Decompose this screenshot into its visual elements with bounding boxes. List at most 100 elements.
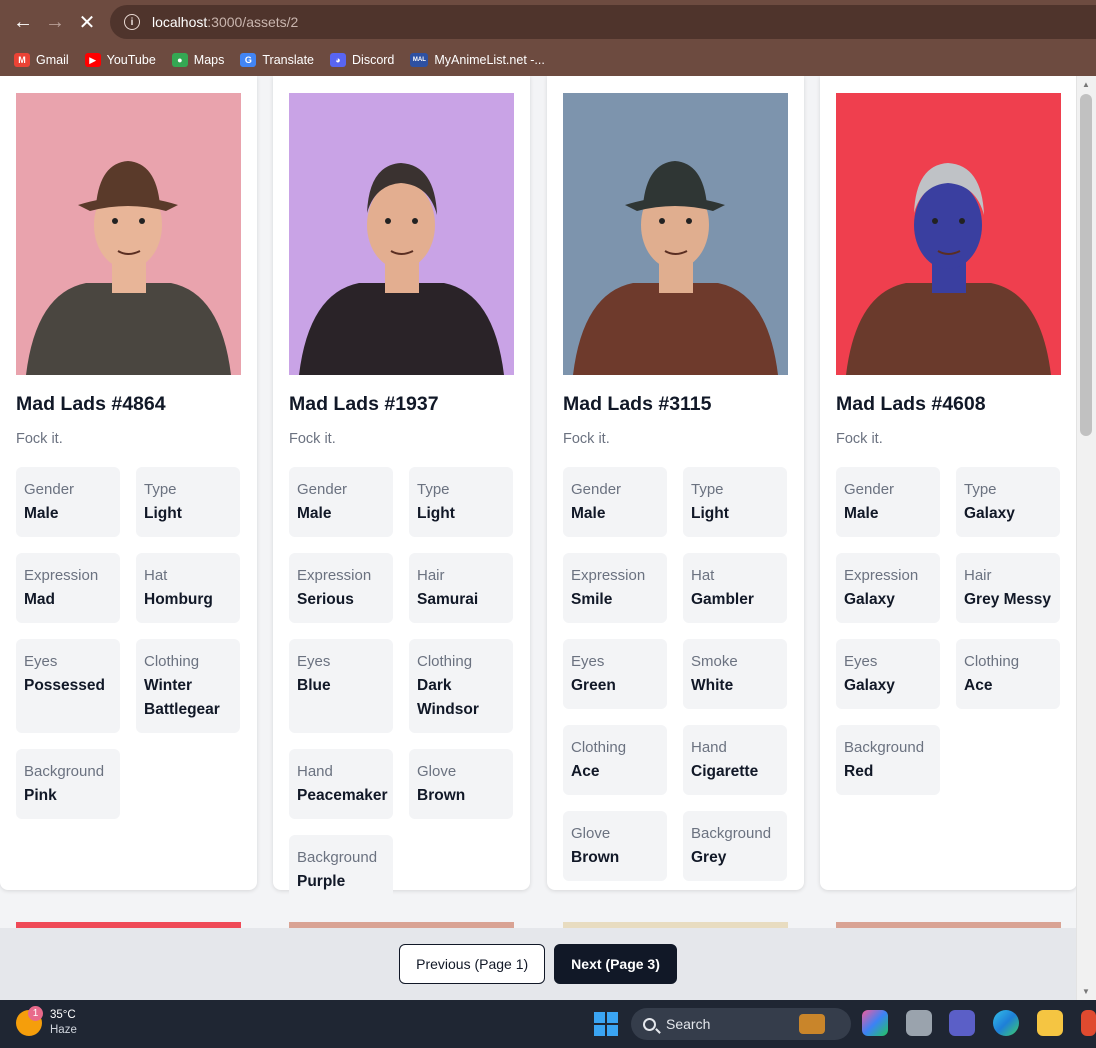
attribute-value: Dark Windsor (417, 677, 479, 718)
attribute-box: Hand Peacemaker (289, 749, 393, 819)
attribute-box: Background Red (836, 725, 940, 795)
forward-icon[interactable]: → (40, 7, 70, 37)
bookmark-label: MyAnimeList.net -... (434, 53, 545, 67)
asset-title: Mad Lads #4608 (836, 393, 986, 415)
scroll-up-icon[interactable]: ▲ (1082, 80, 1090, 89)
attribute-box: Hair Samurai (409, 553, 513, 623)
attribute-box: Type Light (409, 467, 513, 537)
address-bar[interactable]: i localhost:3000/assets/2 (110, 5, 1096, 39)
stop-loading-icon[interactable]: ✕ (72, 7, 102, 37)
taskbar-search-label: Search (666, 1016, 711, 1032)
asset-card[interactable]: Mad Lads #1937 Fock it. Gender Male Type Ligh… (273, 76, 530, 905)
bookmarks-bar: M Gmail ▶ YouTube ● Maps G Translate ◕ Discord MAL… (0, 44, 1096, 76)
discord-icon: ◕ (330, 53, 347, 67)
asset-title: Mad Lads #3115 (563, 393, 712, 415)
attribute-value: Ace (571, 763, 600, 780)
youtube-icon: ▶ (84, 53, 101, 67)
attribute-box: Expression Smile (563, 553, 667, 623)
attribute-key: Glove (571, 825, 611, 842)
asset-card[interactable]: Mad Lads #4864 Fock it. Gender Male Type Ligh… (0, 76, 257, 890)
attribute-key: Eyes (24, 653, 58, 670)
copilot-icon[interactable] (862, 1010, 888, 1036)
file-explorer-icon[interactable] (1037, 1010, 1063, 1036)
asset-card[interactable]: Mad Lads #3115 Fock it. Gender Male Type Ligh… (547, 76, 804, 890)
attribute-key: Clothing (964, 653, 1020, 670)
previous-page-button[interactable]: Previous (Page 1) (399, 944, 546, 984)
weather-widget[interactable]: 1 35°C Haze (16, 1006, 77, 1038)
task-view-icon[interactable] (906, 1010, 932, 1036)
attribute-box: Hair Grey Messy (956, 553, 1060, 623)
attribute-key: Expression (24, 567, 99, 584)
attribute-value: Mad (24, 591, 55, 608)
attribute-key: Expression (571, 567, 646, 584)
scrollbar-thumb[interactable] (1080, 94, 1092, 436)
attribute-value: Purple (297, 873, 346, 890)
bookmark-item[interactable]: ● Maps (171, 53, 225, 67)
bookmark-item[interactable]: M Gmail (14, 53, 69, 67)
attribute-key: Eyes (844, 653, 878, 670)
bookmark-item[interactable]: ◕ Discord (330, 53, 394, 67)
attribute-box: Eyes Blue (289, 639, 393, 733)
attribute-box: Smoke White (683, 639, 787, 709)
bookmark-label: YouTube (106, 53, 156, 67)
attribute-key: Clothing (417, 653, 473, 670)
attribute-key: Background (844, 739, 925, 756)
attribute-box: Background Pink (16, 749, 120, 819)
bookmark-item[interactable]: G Translate (240, 53, 314, 67)
attribute-box: Clothing Ace (956, 639, 1060, 709)
site-info-icon[interactable]: i (124, 14, 140, 30)
attribute-box: Hat Gambler (683, 553, 787, 623)
taskbar-search[interactable]: Search (631, 1008, 851, 1040)
gmail-icon: M (14, 53, 30, 67)
scroll-down-icon[interactable]: ▼ (1082, 987, 1090, 996)
attribute-box: Type Galaxy (956, 467, 1060, 537)
teams-icon[interactable] (949, 1010, 975, 1036)
attribute-value: Green (571, 677, 616, 694)
attribute-key: Glove (417, 763, 457, 780)
character-portrait-image (563, 93, 788, 375)
attribute-box: Clothing Dark Windsor (409, 639, 513, 733)
edge-icon[interactable] (993, 1010, 1019, 1036)
attribute-grid: Gender Male Type Galaxy Expression Galaxy Hair… (836, 467, 1061, 795)
browser-chrome: ← → ✕ i localhost:3000/assets/2 M Gmail ▶ Y… (0, 0, 1096, 76)
asset-description: Fock it. (289, 431, 336, 447)
asset-card[interactable]: Mad Lads #4608 Fock it. Gender Male Type Gala… (820, 76, 1076, 890)
bookmark-item[interactable]: ▶ YouTube (84, 53, 156, 67)
attribute-value: Male (571, 505, 606, 522)
asset-image (16, 93, 241, 375)
attribute-box: Clothing Winter Battlegear (136, 639, 240, 733)
attribute-value: Light (691, 505, 729, 522)
back-icon[interactable]: ← (8, 7, 38, 37)
next-page-button[interactable]: Next (Page 3) (554, 944, 677, 984)
attribute-value: Blue (297, 677, 331, 694)
attribute-value: Grey Messy (964, 591, 1052, 608)
windows-taskbar: 1 35°C Haze Search (0, 1000, 1096, 1048)
attribute-key: Hair (964, 567, 992, 584)
attribute-grid: Gender Male Type Light Expression Mad Hat Hombu… (16, 467, 241, 819)
attribute-value: Galaxy (964, 505, 1015, 522)
attribute-key: Type (144, 481, 177, 498)
attribute-grid: Gender Male Type Light Expression Serious Hair… (289, 467, 514, 905)
attribute-value: Light (144, 505, 182, 522)
attribute-value: Possessed (24, 677, 105, 694)
attribute-value: Grey (691, 849, 727, 866)
asset-title: Mad Lads #4864 (16, 393, 166, 415)
attribute-grid: Gender Male Type Light Expression Smile Hat Gam… (563, 467, 788, 881)
attribute-key: Clothing (144, 653, 200, 670)
attribute-value: Smile (571, 591, 613, 608)
asset-image (836, 93, 1061, 375)
attribute-box: Type Light (683, 467, 787, 537)
bookmark-item[interactable]: MAL MyAnimeList.net -... (410, 53, 545, 67)
attribute-value: White (691, 677, 734, 694)
office-icon[interactable] (1081, 1010, 1096, 1036)
bookmark-label: Maps (193, 53, 225, 67)
page-scrollbar[interactable]: ▲ ▼ (1076, 76, 1096, 1000)
attribute-key: Smoke (691, 653, 738, 670)
start-icon[interactable] (594, 1012, 618, 1036)
attribute-box: Background Grey (683, 811, 787, 881)
search-icon (643, 1017, 656, 1031)
weather-condition: Haze (50, 1024, 77, 1036)
attribute-key: Background (691, 825, 772, 842)
attribute-box: Hand Cigarette (683, 725, 787, 795)
attribute-key: Gender (24, 481, 75, 498)
